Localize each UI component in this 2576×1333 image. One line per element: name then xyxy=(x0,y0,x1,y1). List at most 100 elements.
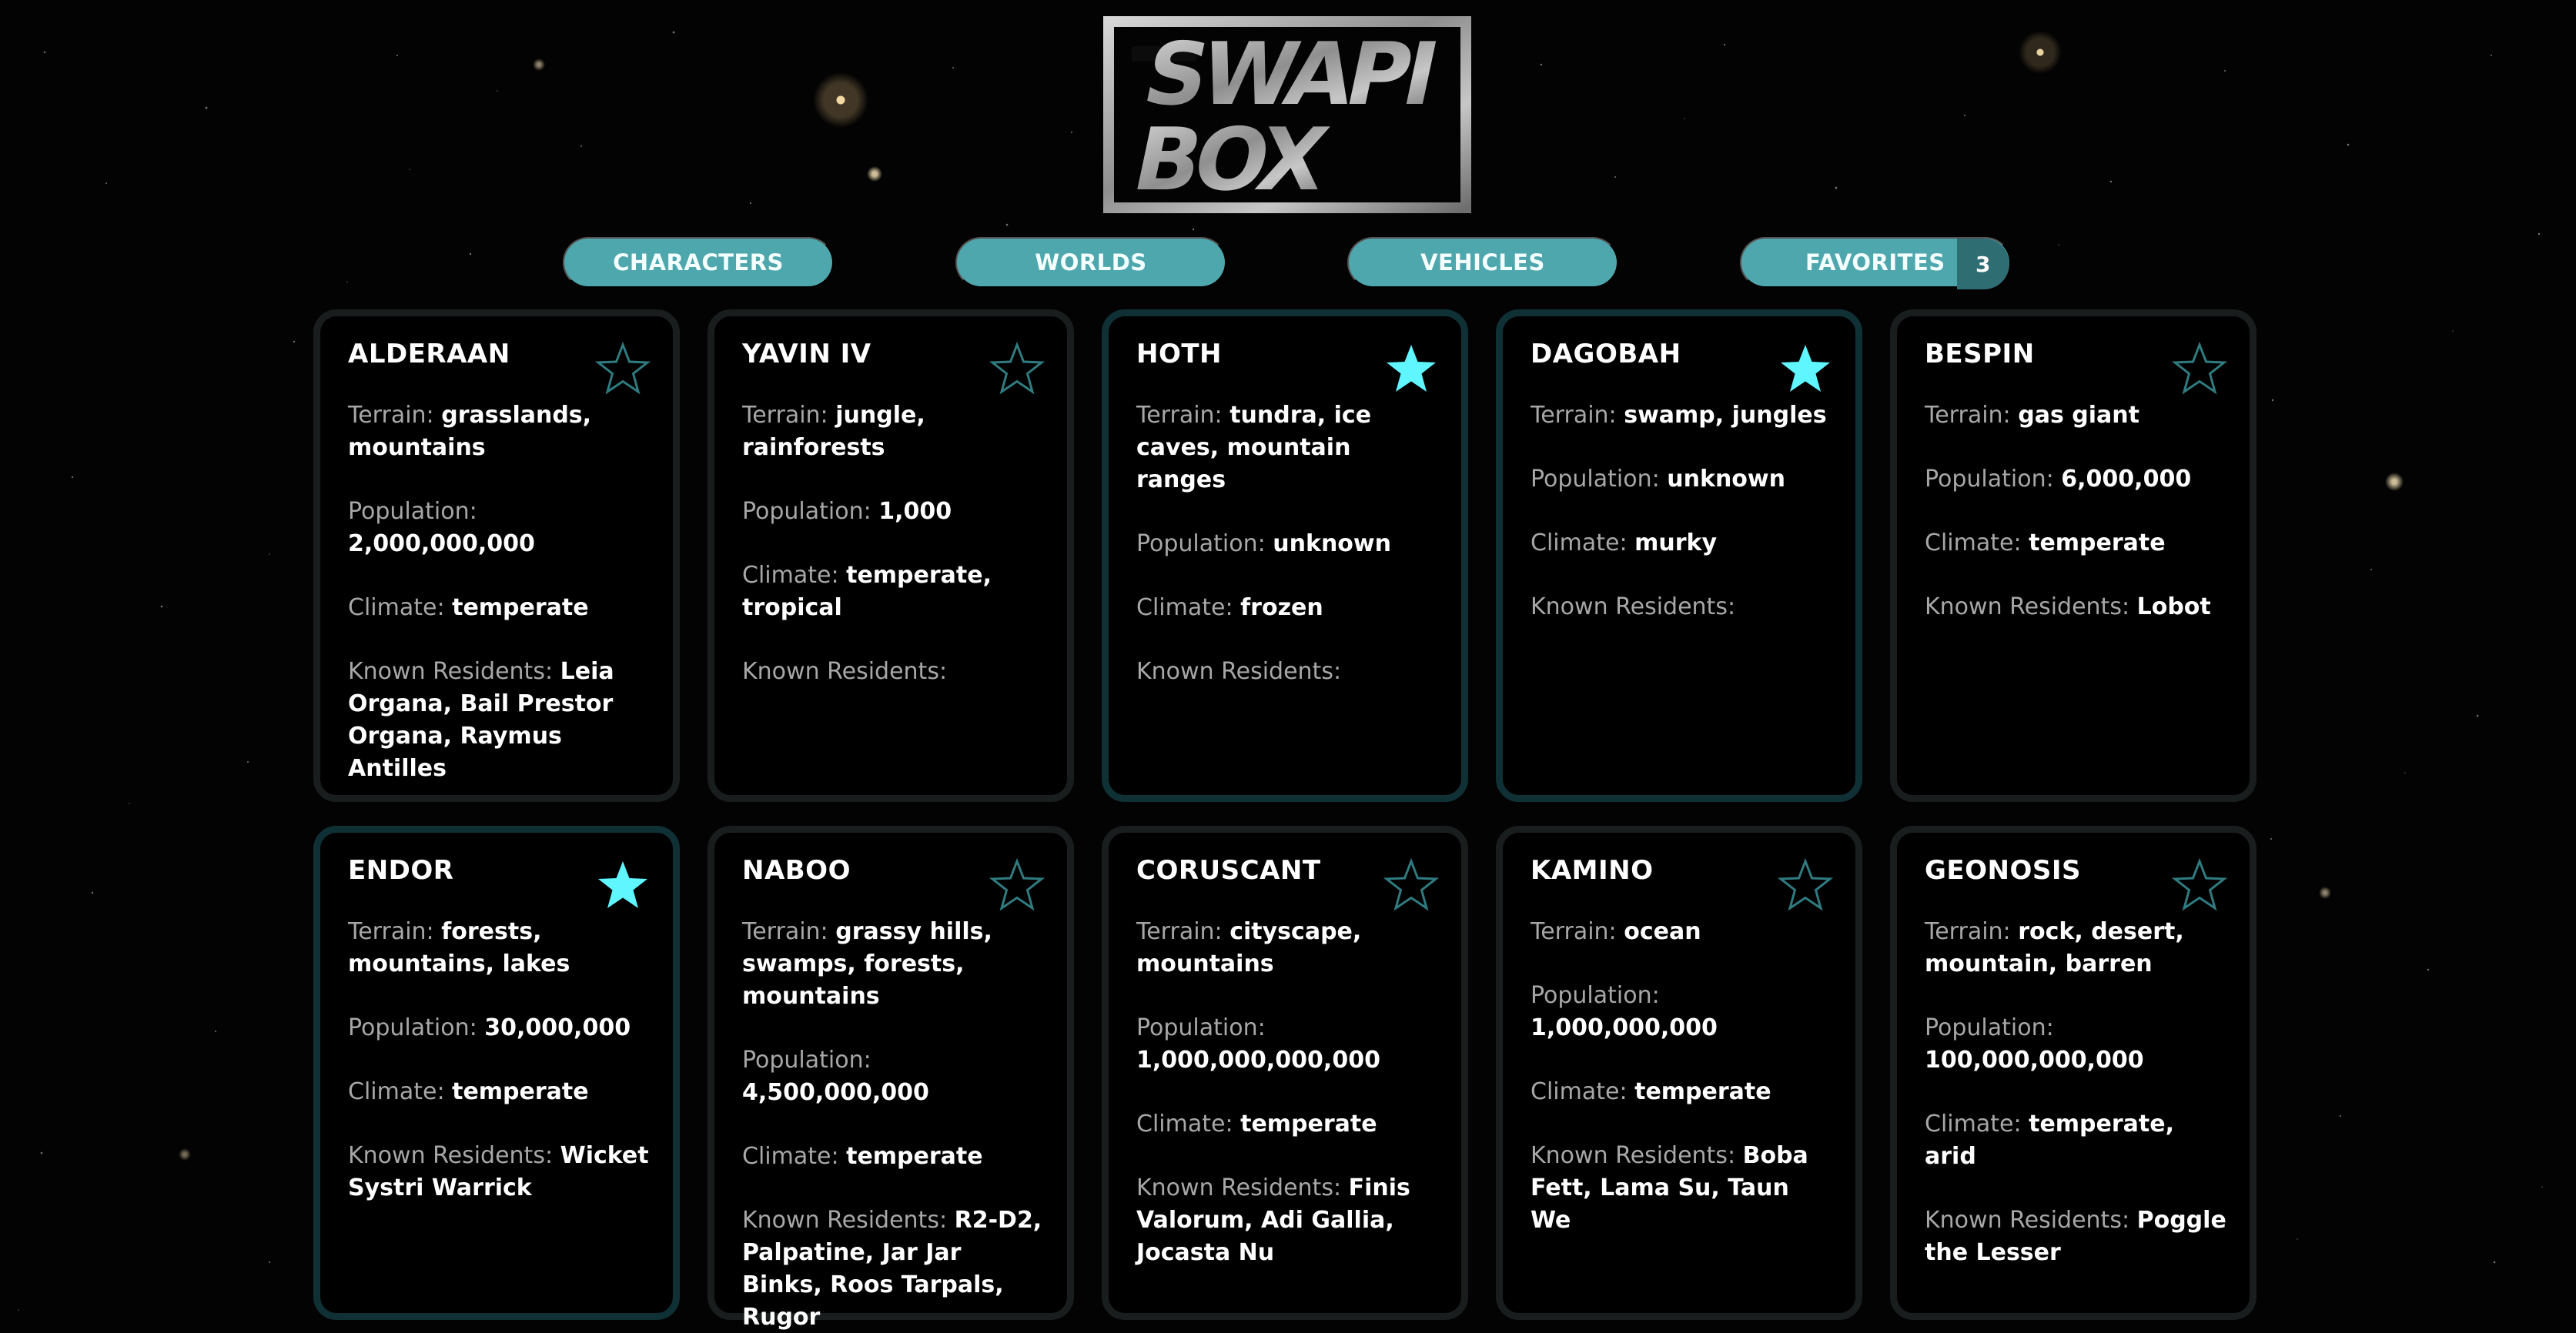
population-label: Population: xyxy=(1531,982,1660,1009)
world-card-kamino[interactable]: KAMINO Terrain: ocean Population: 1,000,… xyxy=(1496,826,1862,1320)
world-card-yavin-iv[interactable]: YAVIN IV Terrain: jungle, rainforests Po… xyxy=(708,309,1074,802)
terrain-row: Terrain: swamp, jungles xyxy=(1531,399,1832,432)
terrain-row: Terrain: cityscape, mountains xyxy=(1136,916,1438,981)
swapi-box-logo-graphic: SWAPI BOX xyxy=(1103,16,1471,213)
terrain-value: gas giant xyxy=(2018,402,2139,429)
known-residents-row: Known Residents: xyxy=(1136,656,1438,688)
climate-label: Climate: xyxy=(348,1078,445,1105)
filled-star-icon[interactable] xyxy=(1383,341,1440,398)
known-residents-row: Known Residents: xyxy=(742,656,1044,688)
climate-label: Climate: xyxy=(1136,1111,1233,1138)
climate-row: Climate: temperate xyxy=(348,1076,650,1108)
population-value: unknown xyxy=(1273,530,1391,557)
climate-row: Climate: temperate xyxy=(1925,527,2226,560)
known-residents-label: Known Residents: xyxy=(1531,593,1736,620)
population-value: 1,000 xyxy=(878,498,952,525)
terrain-label: Terrain: xyxy=(1925,918,2011,945)
outline-star-icon[interactable] xyxy=(2171,857,2228,914)
climate-value: temperate xyxy=(1634,1078,1771,1105)
main-navigation: CHARACTERS WORLDS VEHICLES FAVORITES 3 xyxy=(0,237,2576,289)
climate-value: temperate xyxy=(452,594,589,621)
known-residents-row: Known Residents: Finis Valorum, Adi Gall… xyxy=(1136,1172,1438,1269)
known-residents-label: Known Residents: xyxy=(1136,658,1342,685)
climate-row: Climate: temperate xyxy=(348,592,650,624)
known-residents-label: Known Residents: xyxy=(348,658,554,685)
terrain-row: Terrain: jungle, rainforests xyxy=(742,399,1044,464)
favorites-button[interactable]: FAVORITES 3 xyxy=(1740,237,2011,289)
climate-label: Climate: xyxy=(742,1143,839,1170)
known-residents-row: Known Residents: Leia Organa, Bail Prest… xyxy=(348,656,650,785)
world-card-alderaan[interactable]: ALDERAAN Terrain: grasslands, mountains … xyxy=(313,309,680,802)
world-card-bespin[interactable]: BESPIN Terrain: gas giant Population: 6,… xyxy=(1890,309,2257,802)
climate-row: Climate: murky xyxy=(1531,527,1832,560)
known-residents-label: Known Residents: xyxy=(742,658,948,685)
known-residents-row: Known Residents: Wicket Systri Warrick xyxy=(348,1140,650,1204)
terrain-label: Terrain: xyxy=(1925,402,2011,429)
climate-label: Climate: xyxy=(1136,594,1233,621)
terrain-value: ocean xyxy=(1624,918,1701,945)
climate-value: temperate xyxy=(846,1143,983,1170)
population-label: Population: xyxy=(1925,466,2054,493)
climate-label: Climate: xyxy=(1531,530,1628,556)
outline-star-icon[interactable] xyxy=(1777,857,1834,914)
terrain-row: Terrain: ocean xyxy=(1531,916,1832,948)
climate-label: Climate: xyxy=(1925,530,2022,556)
climate-value: murky xyxy=(1634,530,1718,556)
population-value: 1,000,000,000,000 xyxy=(1136,1047,1380,1074)
filled-star-icon[interactable] xyxy=(594,857,651,914)
climate-row: Climate: temperate xyxy=(1531,1076,1832,1108)
population-label: Population: xyxy=(742,1047,871,1074)
outline-star-icon[interactable] xyxy=(1383,857,1440,914)
population-row: Population: unknown xyxy=(1531,463,1832,496)
climate-value: temperate xyxy=(2029,530,2166,556)
population-row: Population: 2,000,000,000 xyxy=(348,496,650,560)
outline-star-icon[interactable] xyxy=(594,341,651,398)
world-card-coruscant[interactable]: CORUSCANT Terrain: cityscape, mountains … xyxy=(1102,826,1468,1320)
terrain-label: Terrain: xyxy=(348,402,434,429)
characters-button[interactable]: CHARACTERS xyxy=(563,237,834,288)
population-label: Population: xyxy=(1136,1014,1266,1041)
climate-value: temperate xyxy=(1240,1111,1377,1138)
swapi-box-page: SWAPI BOX CHARACTERS WORLDS VEHICLES FAV… xyxy=(0,0,2576,1333)
outline-star-icon[interactable] xyxy=(989,341,1045,398)
known-residents-row: Known Residents: Lobot xyxy=(1925,591,2226,623)
favorites-count-badge: 3 xyxy=(1957,239,2009,289)
population-label: Population: xyxy=(1136,530,1266,557)
climate-row: Climate: temperate xyxy=(1136,1108,1438,1141)
world-card-hoth[interactable]: HOTH Terrain: tundra, ice caves, mountai… xyxy=(1102,309,1468,802)
population-label: Population: xyxy=(742,498,871,525)
terrain-label: Terrain: xyxy=(1136,918,1223,945)
vehicles-button[interactable]: VEHICLES xyxy=(1347,237,1618,288)
known-residents-row: Known Residents: Poggle the Lesser xyxy=(1925,1204,2226,1269)
population-value: 2,000,000,000 xyxy=(348,530,535,557)
climate-row: Climate: frozen xyxy=(1136,592,1438,624)
population-value: 4,500,000,000 xyxy=(742,1079,929,1106)
population-row: Population: unknown xyxy=(1136,528,1438,560)
world-card-naboo[interactable]: NABOO Terrain: grassy hills, swamps, for… xyxy=(708,826,1074,1331)
population-label: Population: xyxy=(348,498,477,525)
characters-button-label: CHARACTERS xyxy=(613,249,784,276)
world-card-dagobah[interactable]: DAGOBAH Terrain: swamp, jungles Populati… xyxy=(1496,309,1862,802)
population-row: Population: 1,000,000,000,000 xyxy=(1136,1012,1438,1077)
climate-row: Climate: temperate, arid xyxy=(1925,1108,2226,1173)
climate-label: Climate: xyxy=(348,594,445,621)
outline-star-icon[interactable] xyxy=(989,857,1045,914)
population-value: 6,000,000 xyxy=(2061,466,2192,493)
outline-star-icon[interactable] xyxy=(2171,341,2228,398)
population-row: Population: 1,000,000,000 xyxy=(1531,980,1832,1044)
population-value: unknown xyxy=(1667,466,1785,493)
known-residents-label: Known Residents: xyxy=(1925,593,2130,620)
world-card-geonosis[interactable]: GEONOSIS Terrain: rock, desert, mountain… xyxy=(1890,826,2257,1320)
filled-star-icon[interactable] xyxy=(1777,341,1834,398)
known-residents-row: Known Residents: R2-D2, Palpatine, Jar J… xyxy=(742,1204,1044,1333)
worlds-button-label: WORLDS xyxy=(1035,249,1147,276)
known-residents-label: Known Residents: xyxy=(1925,1207,2130,1234)
worlds-button[interactable]: WORLDS xyxy=(955,237,1226,288)
terrain-row: Terrain: forests, mountains, lakes xyxy=(348,916,650,981)
population-row: Population: 100,000,000,000 xyxy=(1925,1012,2226,1077)
population-row: Population: 30,000,000 xyxy=(348,1012,650,1044)
population-row: Population: 6,000,000 xyxy=(1925,463,2226,496)
world-card-endor[interactable]: ENDOR Terrain: forests, mountains, lakes… xyxy=(313,826,680,1320)
terrain-label: Terrain: xyxy=(348,918,434,945)
terrain-label: Terrain: xyxy=(742,918,828,945)
